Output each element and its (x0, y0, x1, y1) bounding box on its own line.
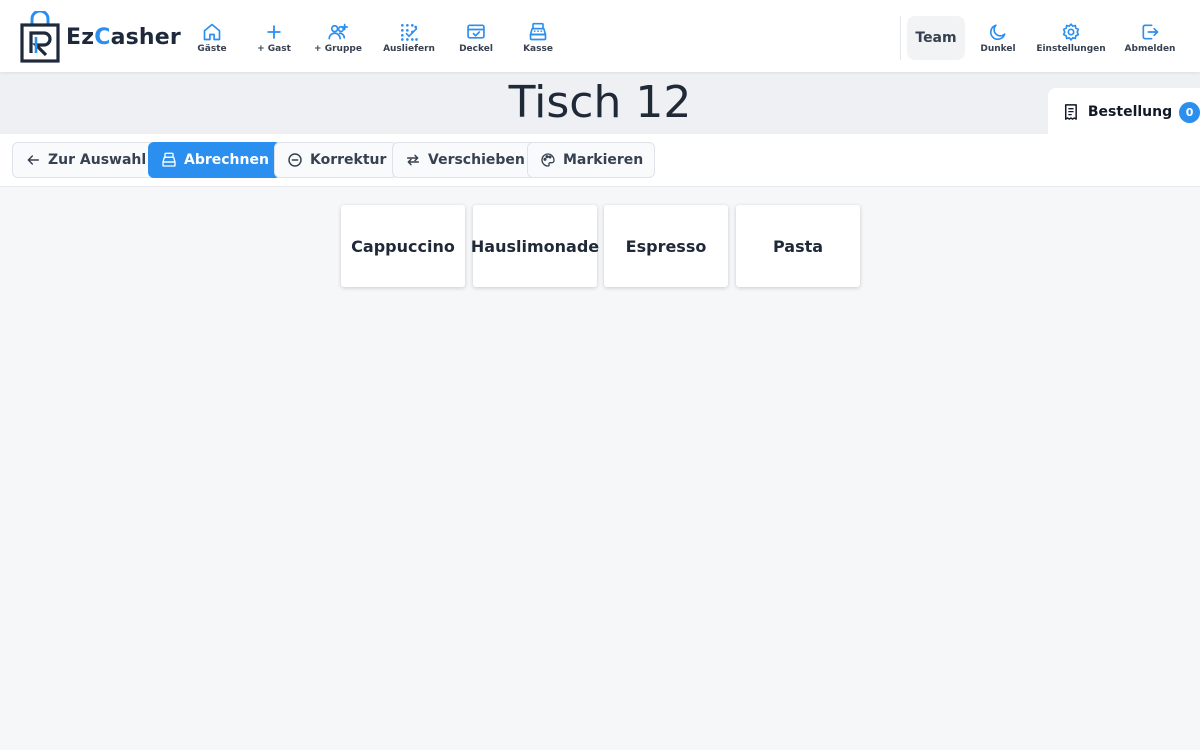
nav-logout[interactable]: Abmelden (1110, 22, 1190, 54)
minus-circle-icon (288, 153, 302, 167)
app-logo[interactable]: EzCasher (20, 11, 181, 63)
arrow-left-icon (27, 155, 40, 165)
correction-button[interactable]: Korrektur (274, 142, 399, 178)
nav-cash[interactable]: Kasse (498, 22, 578, 54)
nav-dark-mode[interactable]: Dunkel (958, 22, 1038, 54)
page-title: Tisch 12 (508, 77, 692, 128)
nav-divider (900, 16, 901, 60)
logout-icon (1142, 24, 1159, 40)
nav-add-group[interactable]: + Gruppe (298, 22, 378, 54)
correction-label: Korrektur (310, 152, 387, 168)
nav-logout-label: Abmelden (1124, 44, 1176, 54)
dots-grid-icon (401, 24, 418, 41)
nav-dark-mode-label: Dunkel (980, 44, 1016, 54)
move-label: Verschieben (428, 152, 525, 168)
item-card-pasta[interactable]: Pasta (736, 205, 860, 287)
order-tab-label: Bestellung (1087, 104, 1173, 120)
nav-cash-label: Kasse (523, 44, 553, 54)
cash-register-icon (529, 22, 547, 41)
back-to-selection-label: Zur Auswahl (48, 152, 147, 168)
logo-text-accent: C (94, 24, 111, 50)
action-toolbar: Zur Auswahl Abrechnen Korrektur Verschie… (0, 134, 1200, 187)
nav-settings-label: Einstellungen (1036, 44, 1106, 54)
item-card-label: Espresso (625, 236, 707, 256)
home-icon (203, 23, 221, 41)
order-count-badge: 0 (1179, 101, 1200, 123)
item-card-cappuccino[interactable]: Cappuccino (341, 205, 465, 287)
nav-deliver-label: Ausliefern (383, 44, 435, 54)
move-button[interactable]: Verschieben (392, 142, 537, 178)
gear-icon (1062, 23, 1080, 41)
checkout-label: Abrechnen (184, 152, 269, 168)
nav-add-guest-label: + Gast (257, 44, 291, 54)
back-to-selection-button[interactable]: Zur Auswahl (12, 142, 159, 178)
mark-label: Markieren (563, 152, 644, 168)
moon-icon (989, 24, 1006, 41)
mark-button[interactable]: Markieren (527, 142, 656, 178)
plus-icon (267, 25, 281, 39)
logo-text-prefix: Ez (66, 24, 95, 50)
top-navigation-bar: EzCasher Gäste + Gast + Gruppe Ausliefer… (0, 0, 1200, 72)
checkout-button[interactable]: Abrechnen (148, 142, 281, 178)
nav-tab-label: Deckel (459, 44, 493, 54)
item-card-label: Pasta (772, 236, 824, 256)
nav-settings[interactable]: Einstellungen (1031, 22, 1111, 54)
order-tab[interactable]: Bestellung 0 (1048, 88, 1200, 136)
item-card-label: Hauslimonade (470, 236, 600, 256)
shopping-bag-logo-icon (20, 11, 60, 63)
swap-arrows-icon (406, 154, 420, 166)
palette-icon (541, 153, 555, 167)
card-icon (467, 24, 485, 39)
item-card-espresso[interactable]: Espresso (604, 205, 728, 287)
nav-add-group-label: + Gruppe (314, 44, 362, 54)
logo-text: EzCasher (66, 25, 181, 50)
receipt-icon (1064, 104, 1077, 120)
user-group-add-icon (328, 23, 348, 40)
item-card-hauslimonade[interactable]: Hauslimonade (470, 205, 600, 287)
team-button[interactable]: Team (907, 16, 965, 60)
item-card-label: Cappuccino (351, 236, 455, 256)
logo-text-suffix: asher (110, 24, 181, 50)
cash-register-icon (162, 152, 176, 167)
nav-guests-label: Gäste (197, 44, 227, 54)
